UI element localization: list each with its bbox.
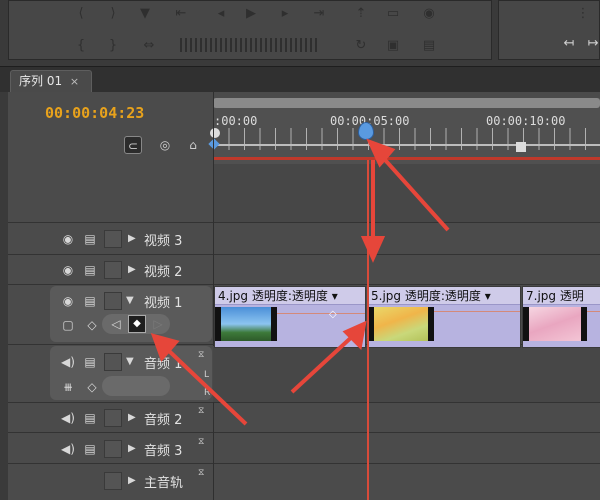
arrow-to-playhead-handle [366, 138, 450, 232]
arrow-to-keyframe-button [150, 333, 248, 426]
annotation-arrows [150, 138, 450, 426]
arrow-to-clip-edge [290, 320, 367, 394]
arrow-down-playhead [360, 160, 386, 263]
